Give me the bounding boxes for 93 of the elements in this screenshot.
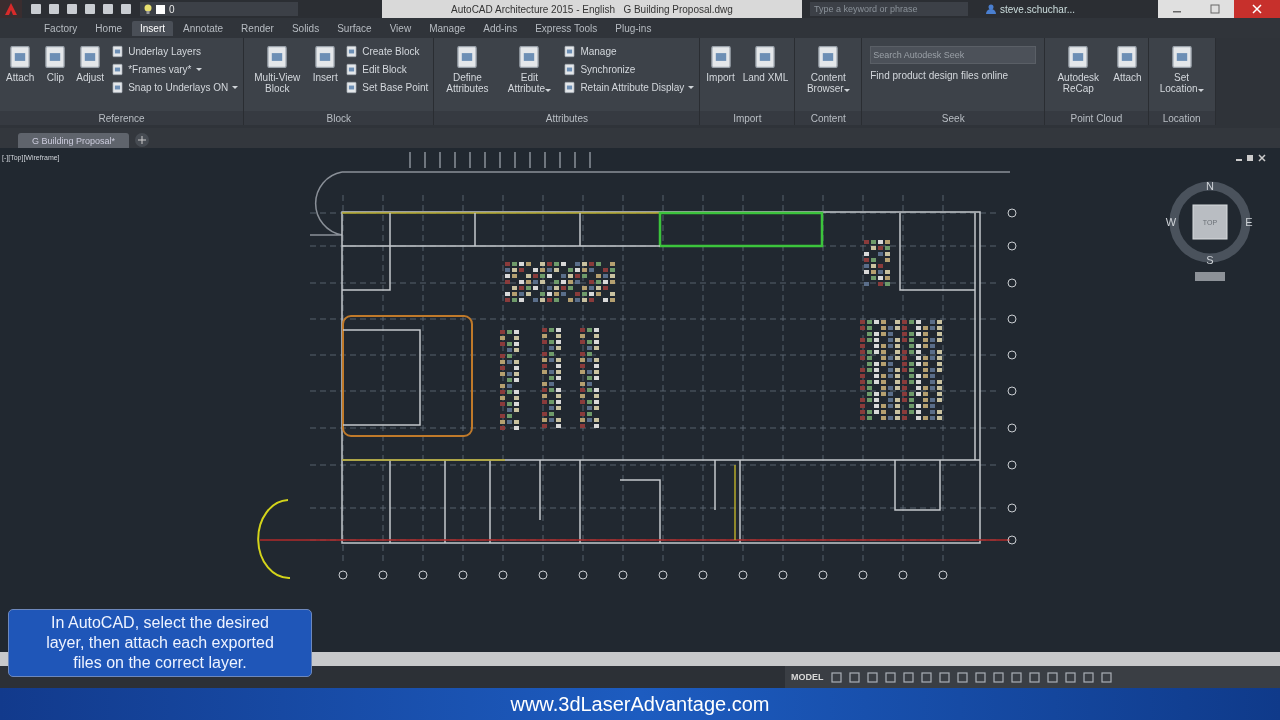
ribbon-tab[interactable]: Manage xyxy=(421,20,474,36)
ribbon-button[interactable]: Underlay Layers xyxy=(110,44,240,59)
ribbon-button[interactable]: *Frames vary* xyxy=(110,62,240,77)
ribbon-button[interactable]: Adjust xyxy=(74,42,107,111)
ribbon-tab[interactable]: Add-ins xyxy=(475,20,526,36)
status-toggle-icon[interactable] xyxy=(1064,671,1076,683)
ribbon-button[interactable]: Autodesk ReCap xyxy=(1049,42,1108,111)
document-tab[interactable]: G Building Proposal* xyxy=(18,133,130,148)
close-icon[interactable] xyxy=(1234,0,1280,18)
status-toggle-icon[interactable] xyxy=(866,671,878,683)
page-icon xyxy=(345,63,359,76)
layer-dropdown[interactable]: 0 xyxy=(140,2,298,16)
ribbon-tab[interactable]: Annotate xyxy=(175,20,232,36)
panel-title[interactable]: Import xyxy=(700,111,795,125)
user-icon xyxy=(986,4,996,14)
compass-east: E xyxy=(1245,216,1253,228)
status-toggle-icon[interactable] xyxy=(902,671,914,683)
ribbon-tab[interactable]: Factory xyxy=(36,20,86,36)
status-toggle-icon[interactable] xyxy=(1010,671,1022,683)
panel-title[interactable]: Seek xyxy=(862,111,1045,125)
ribbon-tab[interactable]: Plug-ins xyxy=(607,20,660,36)
page-icon xyxy=(345,81,359,94)
caption-toast: In AutoCAD, select the desired layer, then attach each exported files on the correct layer. xyxy=(8,609,312,677)
ribbon-button[interactable]: Define Attributes xyxy=(438,42,497,111)
status-toggle-icon[interactable] xyxy=(1082,671,1094,683)
ribbon-tab[interactable]: View xyxy=(381,20,420,36)
website-banner: www.3dLaserAdvantage.com xyxy=(0,688,1280,720)
status-toggle-icon[interactable] xyxy=(884,671,896,683)
status-toggle-icon[interactable] xyxy=(1100,671,1112,683)
ribbon-button[interactable]: Edit Attribute xyxy=(500,42,559,111)
page-icon xyxy=(563,63,577,76)
user-name[interactable]: steve.schuchar... xyxy=(1000,3,1076,15)
status-toggle-icon[interactable] xyxy=(1046,671,1058,683)
compass-west: W xyxy=(1165,216,1177,228)
panel-title[interactable]: Content xyxy=(795,111,862,125)
status-toggle-icon[interactable] xyxy=(920,671,932,683)
toolbar-icon[interactable] xyxy=(120,3,132,15)
status-toggle-icon[interactable] xyxy=(830,671,842,683)
toolbar-icon[interactable] xyxy=(66,3,78,15)
search-field[interactable]: Search Autodesk Seek xyxy=(870,46,1037,64)
ribbon-button[interactable]: Edit Block xyxy=(344,62,430,77)
toolbar-icon[interactable] xyxy=(102,3,114,15)
ribbon-tab[interactable]: Insert xyxy=(132,20,174,36)
panel-title[interactable]: Location xyxy=(1148,111,1215,125)
toolbar-icon[interactable] xyxy=(84,3,96,15)
panel-title[interactable]: Reference xyxy=(0,111,244,125)
ribbon-button[interactable]: Land XML xyxy=(740,42,791,111)
ribbon-button[interactable]: Set Location xyxy=(1152,42,1211,111)
toolbar-icon[interactable] xyxy=(48,3,60,15)
panel-title[interactable]: Point Cloud xyxy=(1045,111,1148,125)
toolbar-icon[interactable] xyxy=(30,3,42,15)
page-icon xyxy=(111,63,125,76)
window-title: AutoCAD Architecture 2015 - English G Building Proposal.dwg xyxy=(382,0,802,18)
app-logo-icon[interactable] xyxy=(4,2,18,16)
ribbon-button[interactable]: Multi-View Block xyxy=(248,42,307,111)
seek-description: Find product design files online xyxy=(870,70,1010,81)
ribbon-button[interactable]: Retain Attribute Display xyxy=(562,80,696,95)
compass-south: S xyxy=(1206,254,1214,266)
status-toggle-icon[interactable] xyxy=(848,671,860,683)
ribbon-button[interactable]: Manage xyxy=(562,44,696,59)
page-icon xyxy=(563,45,577,58)
ribbon-button[interactable]: Synchronize xyxy=(562,62,696,77)
new-tab-button[interactable] xyxy=(135,133,150,147)
page-icon xyxy=(111,45,125,58)
compass-north: N xyxy=(1206,180,1214,192)
ribbon-button[interactable]: Create Block xyxy=(344,44,430,59)
ribbon-tab[interactable]: Home xyxy=(87,20,131,36)
ribbon-button[interactable]: Set Base Point xyxy=(344,80,430,95)
page-icon xyxy=(345,45,359,58)
ribbon-button[interactable]: Attach xyxy=(4,42,37,111)
page-icon xyxy=(111,81,125,94)
panel-title[interactable]: Attributes xyxy=(434,111,700,125)
search-field[interactable]: Type a keyword or phrase xyxy=(810,2,968,16)
viewport-controls-icon[interactable] xyxy=(1236,154,1266,162)
ribbon-button[interactable]: Clip xyxy=(40,42,71,111)
ribbon-tab[interactable]: Solids xyxy=(283,20,328,36)
ribbon-tab[interactable]: Render xyxy=(233,20,282,36)
ribbon-button[interactable]: Import xyxy=(704,42,737,111)
panel-title[interactable]: Block xyxy=(244,111,434,125)
ribbon-button[interactable]: Snap to Underlays ON xyxy=(110,80,240,95)
status-toggle-icon[interactable] xyxy=(974,671,986,683)
status-toggle-icon[interactable] xyxy=(956,671,968,683)
bulb-icon xyxy=(144,4,152,14)
ribbon-tab[interactable]: Express Tools xyxy=(527,20,606,36)
model-space-label[interactable]: MODEL xyxy=(791,672,824,682)
ribbon-button[interactable]: Attach xyxy=(1111,42,1144,111)
page-icon xyxy=(563,81,577,94)
status-toggle-icon[interactable] xyxy=(938,671,950,683)
ribbon-tab[interactable]: Surface xyxy=(329,20,380,36)
status-toggle-icon[interactable] xyxy=(1028,671,1040,683)
ribbon-button[interactable]: Insert xyxy=(310,42,341,111)
ribbon-button[interactable]: Content Browser xyxy=(799,42,858,111)
status-toggle-icon[interactable] xyxy=(992,671,1004,683)
